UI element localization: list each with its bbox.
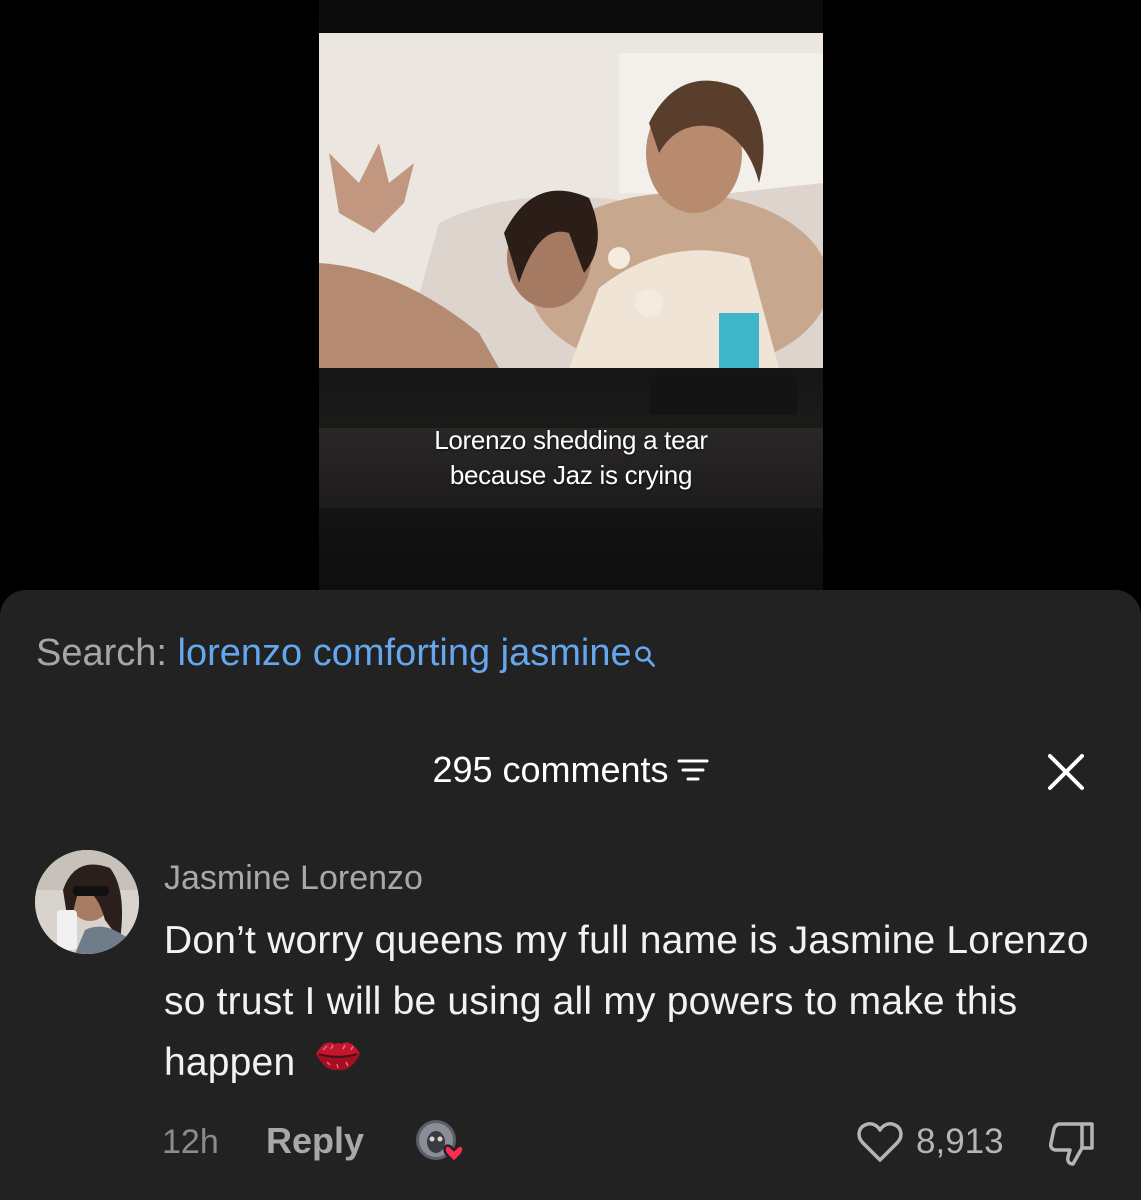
- like-button[interactable]: [856, 1120, 904, 1164]
- creator-avatar-heart-icon: [416, 1120, 465, 1164]
- heart-icon[interactable]: [856, 1120, 904, 1164]
- comment-body: Don’t worry queens my full name is Jasmi…: [164, 910, 1104, 1093]
- tv-scene-image: [319, 33, 823, 368]
- close-icon[interactable]: [1044, 750, 1088, 794]
- comments-header: 295 comments: [0, 748, 1141, 792]
- comment-timestamp: 12h: [162, 1123, 219, 1161]
- reply-button[interactable]: Reply: [266, 1120, 364, 1162]
- kiss-lips-icon: [313, 1031, 363, 1092]
- tv-stand: [649, 375, 797, 415]
- video-frame[interactable]: Lorenzo shedding a tear because Jaz is c…: [319, 0, 823, 600]
- comment-actions: 12h Reply 8,913: [0, 1118, 1141, 1178]
- comments-sheet: Search: lorenzo comforting jasmine 295 c…: [0, 590, 1141, 1200]
- video-thumbnail: [319, 33, 823, 368]
- comment-text: Don’t worry queens my full name is Jasmi…: [164, 919, 1089, 1084]
- search-prefix: Search:: [36, 632, 167, 674]
- search-icon[interactable]: [634, 634, 656, 680]
- video-caption: Lorenzo shedding a tear because Jaz is c…: [319, 423, 823, 493]
- thumbs-down-icon[interactable]: [1046, 1120, 1098, 1168]
- search-suggestion[interactable]: Search: lorenzo comforting jasmine: [36, 630, 656, 680]
- like-count: 8,913: [916, 1122, 1004, 1161]
- dislike-button[interactable]: [1046, 1120, 1098, 1168]
- close-button[interactable]: [1044, 750, 1088, 794]
- comment-meta-row: [0, 850, 1141, 910]
- creator-liked-badge: [414, 1118, 472, 1168]
- caption-line-2: because Jaz is crying: [449, 460, 693, 490]
- search-query-link[interactable]: lorenzo comforting jasmine: [178, 632, 632, 674]
- comments-count: 295 comments: [432, 749, 669, 790]
- caption-line-1: Lorenzo shedding a tear: [434, 425, 708, 455]
- filter-icon[interactable]: [677, 748, 709, 792]
- video-player[interactable]: Lorenzo shedding a tear because Jaz is c…: [0, 0, 1141, 600]
